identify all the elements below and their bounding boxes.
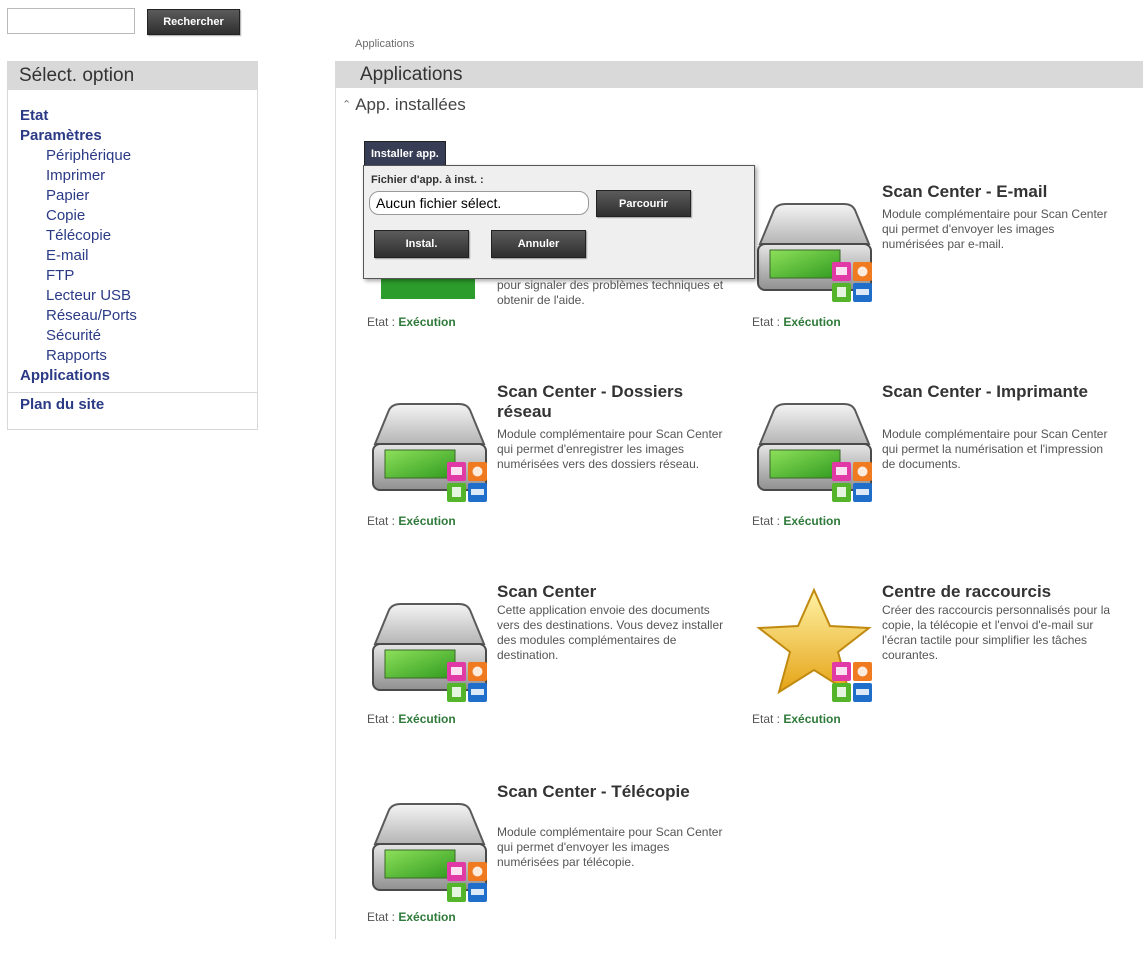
app-description: Créer des raccourcis personnalisés pour … (882, 603, 1111, 662)
sidebar-item-securite[interactable]: Sécurité (20, 326, 257, 346)
sidebar-nav: Etat Paramètres Périphérique Imprimer Pa… (8, 90, 257, 386)
sidebar-item-reseau-ports[interactable]: Réseau/Ports (20, 306, 257, 326)
page-title: Applications (335, 61, 1143, 88)
sidebar-item-copie[interactable]: Copie (20, 206, 257, 226)
sidebar-item-parametres[interactable]: Paramètres (20, 126, 257, 146)
sidebar-item-applications[interactable]: Applications (20, 366, 257, 386)
sidebar-item-rapports[interactable]: Rapports (20, 346, 257, 366)
sidebar-item-peripherique[interactable]: Périphérique (20, 146, 257, 166)
file-label: Fichier d'app. à inst. : (371, 174, 484, 186)
app-card[interactable]: Scan Center - E-mail Module complémentai… (752, 182, 1132, 367)
app-status: Etat : Exécution (367, 712, 456, 726)
main-divider (335, 88, 336, 939)
cancel-button[interactable]: Annuler (491, 230, 586, 258)
app-status: Etat : Exécution (367, 315, 456, 329)
sidebar-item-papier[interactable]: Papier (20, 186, 257, 206)
install-popup: Fichier d'app. à inst. : Parcourir Insta… (363, 165, 755, 279)
sidebar: Sélect. option Etat Paramètres Périphéri… (7, 61, 258, 430)
sidebar-item-etat[interactable]: Etat (20, 106, 257, 126)
app-title: Scan Center - Télécopie (497, 782, 690, 801)
app-card[interactable]: Centre de raccourcis Créer des raccourci… (752, 582, 1132, 767)
app-status: Etat : Exécution (752, 514, 841, 528)
app-title: Scan Center - Dossiers réseau (497, 382, 684, 421)
scanner-icon (367, 782, 492, 907)
scanner-icon (752, 382, 877, 507)
app-card[interactable]: Scan Center - Imprimante Module compléme… (752, 382, 1132, 567)
app-title: Scan Center (497, 582, 597, 601)
app-description: Module complémentaire pour Scan Center q… (497, 825, 723, 869)
app-title: Scan Center - E-mail (882, 182, 1048, 201)
section-installed-apps[interactable]: ⌃ App. installées (342, 95, 466, 115)
collapse-icon[interactable]: ⌃ (342, 99, 351, 111)
search-button[interactable]: Rechercher (147, 9, 240, 35)
star-icon (752, 582, 877, 707)
app-status: Etat : Exécution (367, 514, 456, 528)
app-card[interactable]: Scan Center - Dossiers réseau Module com… (367, 382, 747, 567)
sidebar-header: Sélect. option (8, 62, 257, 90)
install-button[interactable]: Instal. (374, 230, 469, 258)
app-status: Etat : Exécution (367, 910, 456, 924)
app-status: Etat : Exécution (752, 712, 841, 726)
app-description: Cette application envoie des documents v… (497, 603, 724, 662)
install-popup-tab[interactable]: Installer app. (364, 141, 446, 165)
scanner-icon (752, 182, 877, 307)
app-description: pour signaler des problèmes techniques e… (497, 278, 724, 307)
sidebar-item-email[interactable]: E-mail (20, 246, 257, 266)
app-description: Module complémentaire pour Scan Center q… (882, 207, 1108, 251)
sidebar-item-telecopie[interactable]: Télécopie (20, 226, 257, 246)
search-input[interactable] (7, 8, 135, 34)
scanner-icon (367, 582, 492, 707)
sidebar-item-imprimer[interactable]: Imprimer (20, 166, 257, 186)
file-field[interactable] (369, 191, 589, 215)
app-title: Scan Center - Imprimante (882, 382, 1088, 401)
app-description: Module complémentaire pour Scan Center q… (882, 427, 1108, 471)
sidebar-item-ftp[interactable]: FTP (20, 266, 257, 286)
app-card[interactable]: Scan Center - Télécopie Module complémen… (367, 782, 747, 967)
section-title: App. installées (355, 95, 466, 114)
breadcrumb: Applications (355, 38, 415, 50)
app-card[interactable]: Scan Center Cette application envoie des… (367, 582, 747, 767)
sidebar-item-lecteur-usb[interactable]: Lecteur USB (20, 286, 257, 306)
app-status: Etat : Exécution (752, 315, 841, 329)
scanner-icon (367, 382, 492, 507)
browse-button[interactable]: Parcourir (596, 190, 691, 217)
sidebar-item-site-map[interactable]: Plan du site (8, 393, 257, 413)
app-description: Module complémentaire pour Scan Center q… (497, 427, 723, 471)
app-title: Centre de raccourcis (882, 582, 1052, 601)
